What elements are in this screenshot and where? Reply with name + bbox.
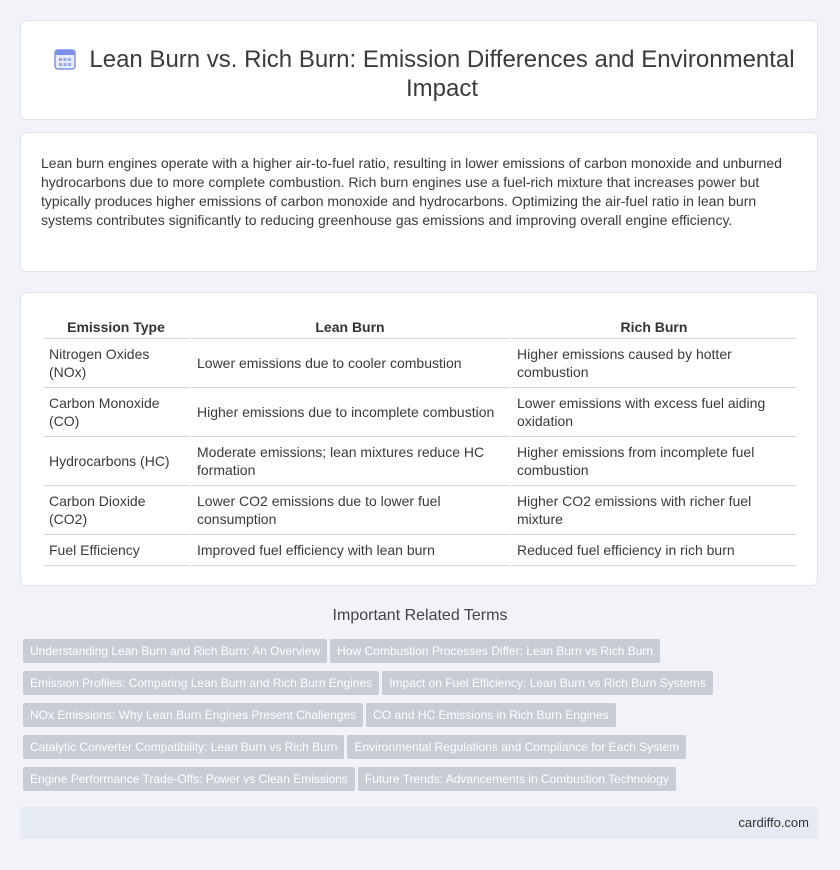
table-cell: Carbon Dioxide (CO2) — [43, 486, 189, 535]
related-term-tag[interactable]: Emission Profiles: Comparing Lean Burn a… — [23, 671, 380, 695]
table-cell: Nitrogen Oxides (NOx) — [43, 339, 189, 388]
table-cell: Lower emissions due to cooler combustion — [191, 339, 509, 388]
table-cell: Improved fuel efficiency with lean burn — [191, 535, 509, 566]
table-row: Hydrocarbons (HC) Moderate emissions; le… — [43, 437, 797, 486]
related-term-tag[interactable]: Engine Performance Trade-Offs: Power vs … — [23, 767, 355, 791]
table-cell: Hydrocarbons (HC) — [43, 437, 189, 486]
comparison-table-card: Emission Type Lean Burn Rich Burn Nitrog… — [20, 292, 818, 586]
table-row: Carbon Monoxide (CO) Higher emissions du… — [43, 388, 797, 437]
footer-site-link[interactable]: cardiffo.com — [738, 815, 809, 830]
related-term-tag[interactable]: How Combustion Processes Differ: Lean Bu… — [330, 639, 661, 663]
table-cell: Higher emissions due to incomplete combu… — [191, 388, 509, 437]
table-cell: Higher emissions caused by hotter combus… — [511, 339, 797, 388]
table-header-row: Emission Type Lean Burn Rich Burn — [43, 315, 797, 339]
footer: cardiffo.com — [20, 807, 818, 839]
header-lean-burn: Lean Burn — [191, 315, 509, 339]
table-cell: Fuel Efficiency — [43, 535, 189, 566]
table-cell: Moderate emissions; lean mixtures reduce… — [191, 437, 509, 486]
related-terms-heading: Important Related Terms — [332, 607, 508, 624]
header-rich-burn: Rich Burn — [511, 315, 797, 339]
table-cell: Lower emissions with excess fuel aiding … — [511, 388, 797, 437]
header-card: Lean Burn vs. Rich Burn: Emission Differ… — [20, 20, 818, 120]
table-row: Carbon Dioxide (CO2) Lower CO2 emissions… — [43, 486, 797, 535]
related-term-tag[interactable]: CO and HC Emissions in Rich Burn Engines — [366, 703, 616, 727]
related-term-tag[interactable]: Impact on Fuel Efficiency: Lean Burn vs … — [382, 671, 713, 695]
page-title: Lean Burn vs. Rich Burn: Emission Differ… — [89, 46, 795, 102]
intro-paragraph: Lean burn engines operate with a higher … — [41, 155, 782, 228]
table-row: Fuel Efficiency Improved fuel efficiency… — [43, 535, 797, 566]
related-term-tag[interactable]: Catalytic Converter Compatibility: Lean … — [23, 735, 345, 759]
related-term-tag[interactable]: Environmental Regulations and Compliance… — [347, 735, 687, 759]
related-term-tag[interactable]: Understanding Lean Burn and Rich Burn: A… — [23, 639, 328, 663]
comparison-table: Emission Type Lean Burn Rich Burn Nitrog… — [41, 315, 799, 566]
table-cell: Reduced fuel efficiency in rich burn — [511, 535, 797, 566]
related-term-tag[interactable]: NOx Emissions: Why Lean Burn Engines Pre… — [23, 703, 364, 727]
related-terms-list: Understanding Lean Burn and Rich Burn: A… — [23, 639, 823, 799]
header-emission-type: Emission Type — [43, 315, 189, 339]
table-cell: Higher CO2 emissions with richer fuel mi… — [511, 486, 797, 535]
table-row: Nitrogen Oxides (NOx) Lower emissions du… — [43, 339, 797, 388]
table-cell: Higher emissions from incomplete fuel co… — [511, 437, 797, 486]
intro-card: Lean burn engines operate with a higher … — [20, 132, 818, 272]
table-cell: Lower CO2 emissions due to lower fuel co… — [191, 486, 509, 535]
related-term-tag[interactable]: Future Trends: Advancements in Combustio… — [357, 767, 676, 791]
table-cell: Carbon Monoxide (CO) — [43, 388, 189, 437]
